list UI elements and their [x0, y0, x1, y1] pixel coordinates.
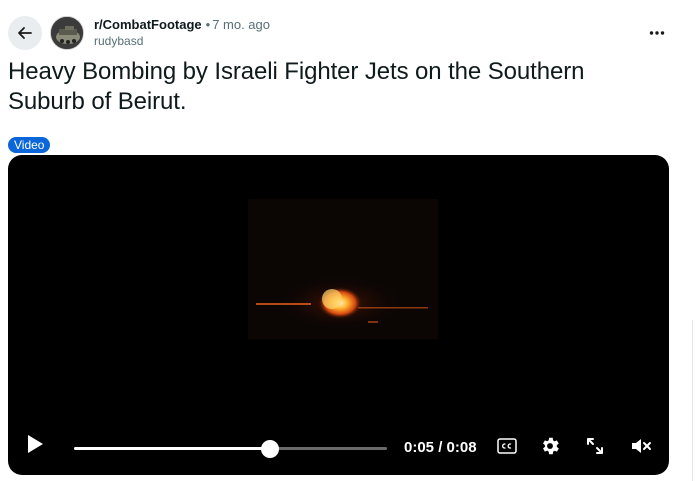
post-time: 7 mo. ago [212, 17, 271, 32]
play-icon [28, 435, 43, 453]
arrow-left-icon [18, 27, 32, 39]
more-horizontal-icon [649, 31, 665, 35]
mute-button[interactable] [629, 435, 653, 457]
back-button[interactable] [8, 16, 42, 50]
more-options-button[interactable] [640, 20, 674, 46]
video-frame [248, 199, 438, 339]
captions-button[interactable] [496, 437, 518, 455]
video-player[interactable]: 0:05 / 0:08 [8, 155, 669, 475]
closed-captions-icon [497, 438, 517, 454]
fullscreen-button[interactable] [584, 435, 606, 457]
expand-icon [587, 438, 603, 454]
post-meta: r/CombatFootage • 7 mo. ago rudybasd [94, 16, 270, 50]
gear-icon [543, 437, 559, 455]
settings-button[interactable] [538, 434, 562, 458]
seek-bar-progress [74, 447, 270, 450]
post-flair[interactable]: Video [8, 137, 51, 153]
meta-separator: • [205, 17, 211, 32]
post-title: Heavy Bombing by Israeli Fighter Jets on… [8, 58, 585, 115]
author-link[interactable]: rudybasd [94, 33, 270, 50]
subreddit-avatar[interactable] [50, 16, 84, 50]
play-button[interactable] [22, 431, 48, 457]
subreddit-logo-icon [51, 17, 83, 49]
seek-thumb[interactable] [260, 440, 279, 458]
seek-bar[interactable] [74, 440, 387, 458]
subreddit-link[interactable]: r/CombatFootage [94, 17, 202, 32]
time-display: 0:05 / 0:08 [404, 439, 477, 456]
scrollbar-edge [692, 320, 698, 481]
volume-muted-icon [632, 439, 651, 453]
